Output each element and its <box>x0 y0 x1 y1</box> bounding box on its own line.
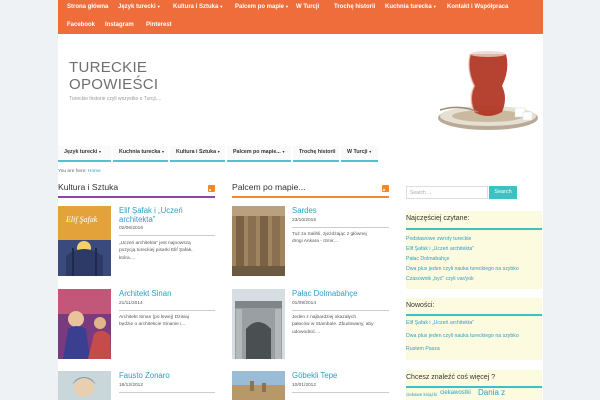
post-title-link[interactable]: Architekt Sinan <box>119 289 171 298</box>
site-tagline: Tureckie historie czyli wszystko o Turcj… <box>69 96 162 102</box>
column-title-kultura[interactable]: Kultura i Sztuka <box>58 182 118 192</box>
post-date: 21/11/2014 <box>119 301 143 306</box>
post-divider <box>292 310 389 311</box>
post-divider <box>119 235 215 236</box>
sidebar-link[interactable]: Podstawowe zwroty tureckie <box>406 236 471 242</box>
chevron-down-icon: ▼ <box>219 4 224 9</box>
widget-rule <box>406 386 542 388</box>
breadcrumb-home-link[interactable]: Home <box>88 169 101 174</box>
post-excerpt: „Uczeń architekta” jest najnowszą pozycj… <box>119 241 193 261</box>
nav-item-historia[interactable]: Trochę historii <box>334 4 375 10</box>
widget-rule <box>406 228 542 230</box>
post-excerpt: Architekt Sinan (po lewej) Dzisiaj będzi… <box>119 315 189 328</box>
post-divider <box>119 310 215 311</box>
column-rule <box>232 196 389 198</box>
rss-icon[interactable] <box>382 185 389 192</box>
sidebar-link[interactable]: Dwa plus jeden czyli nauka tureckiego na… <box>406 333 519 339</box>
nav-item-kontakt[interactable]: Kontakt i Współpraca <box>447 4 508 10</box>
nav-item-facebook[interactable]: Facebook <box>67 22 95 28</box>
chevron-down-icon: ▼ <box>156 4 161 9</box>
post-divider <box>292 227 389 228</box>
search-input[interactable]: Search ... <box>406 186 488 199</box>
tags-widget: Chcesz znaleźć coś więcej ? ciekawe ksią… <box>406 370 542 400</box>
post-excerpt: Jeden z najbardziej okazałych pałaców w … <box>292 315 374 335</box>
main-navigation: Strona główna Język turecki▼ Kultura i S… <box>58 0 543 34</box>
sidebar-link[interactable]: Pałac Dolmabahçe <box>406 256 450 262</box>
chevron-down-icon: ▼ <box>432 4 437 9</box>
nav-item-kuchnia[interactable]: Kuchnia turecka▼ <box>385 4 437 10</box>
landscape-photo-icon <box>232 371 285 400</box>
site-title[interactable]: TURECKIE OPOWIEŚCI <box>69 59 199 93</box>
nav-item-jezyk-turecki[interactable]: Język turecki▼ <box>118 4 161 10</box>
tab-historia[interactable]: Trochę historii <box>293 146 339 162</box>
breadcrumb: You are here: Home <box>58 169 101 174</box>
post-title-link[interactable]: Fausto Zonaro <box>119 371 170 380</box>
post-title-link[interactable]: Göbekli Tepe <box>292 371 337 380</box>
tab-kuchnia[interactable]: Kuchnia turecka▼ <box>113 146 168 162</box>
widget-title: Nowości: <box>406 302 435 309</box>
chevron-down-icon: ▼ <box>368 150 372 154</box>
chevron-down-icon: ▼ <box>98 150 102 154</box>
post-title-link[interactable]: Elif Şafak i „Uczeń architekta” <box>119 206 183 224</box>
tag-link[interactable]: ciekawostki <box>440 390 471 396</box>
column-title-palcem[interactable]: Palcem po mapie... <box>232 182 306 192</box>
portrait-painting-icon <box>58 371 111 400</box>
nav-item-instagram[interactable]: Instagram <box>105 22 134 28</box>
tag-link[interactable]: Dania z <box>478 388 505 397</box>
sidebar-link[interactable]: Elif Şafak i „Uczeń architekta” <box>406 246 474 252</box>
post-thumbnail-dolmabahce[interactable] <box>232 289 285 359</box>
post-date: 18/12/2012 <box>119 383 144 388</box>
nav-item-kultura[interactable]: Kultura i Sztuka▼ <box>173 4 223 10</box>
tab-jezyk-turecki[interactable]: Język turecki▼ <box>58 146 111 162</box>
post-title-link[interactable]: Sardes <box>292 206 317 215</box>
widget-title: Chcesz znaleźć coś więcej ? <box>406 374 496 381</box>
post-date: 23/10/2015 <box>292 218 317 223</box>
post-thumbnail-sardes[interactable] <box>232 206 285 276</box>
rss-icon[interactable] <box>208 185 215 192</box>
ruins-photo-icon <box>232 206 285 276</box>
nav-item-home[interactable]: Strona główna <box>67 4 108 10</box>
post-thumbnail-gobekli-tepe[interactable] <box>232 371 285 400</box>
popular-posts-widget: Najczęściej czytane: Podstawowe zwroty t… <box>406 211 542 289</box>
nav-item-w-turcji[interactable]: W Turcji <box>296 4 319 10</box>
page-wrapper: Strona główna Język turecki▼ Kultura i S… <box>58 0 543 400</box>
search-button[interactable]: Search <box>489 186 517 199</box>
post-thumbnail-zonaro[interactable] <box>58 371 111 400</box>
site-title-line2: OPOWIEŚCI <box>69 76 159 93</box>
post-date: 02/06/2016 <box>119 226 144 231</box>
widget-rule <box>406 314 542 316</box>
column-rule <box>58 196 215 198</box>
widget-title: Najczęściej czytane: <box>406 215 470 222</box>
news-widget: Nowości: Elif Şafak i „Uczeń architekta”… <box>406 298 542 360</box>
post-date: 01/09/2014 <box>292 301 317 306</box>
painting-icon <box>58 289 111 359</box>
palace-gate-photo-icon <box>232 289 285 359</box>
chevron-down-icon: ▼ <box>161 150 165 154</box>
sidebar-link[interactable]: Rustem Pasza <box>406 346 440 352</box>
tab-kultura[interactable]: Kultura i Sztuka▼ <box>170 146 225 162</box>
post-divider <box>119 392 215 393</box>
nav-item-pinterest[interactable]: Pinterest <box>146 22 172 28</box>
post-excerpt: Tuż za Salihli, zjeżdżając z głównej dro… <box>292 232 367 245</box>
chevron-down-icon: ▼ <box>285 4 289 9</box>
chevron-down-icon: ▼ <box>217 150 221 154</box>
post-date: 10/01/2012 <box>292 383 317 388</box>
sidebar-link[interactable]: Dwa plus jeden czyli nauka tureckiego na… <box>406 266 519 272</box>
post-divider <box>292 392 389 393</box>
book-cover-icon: Elif Şafak <box>58 206 111 276</box>
sidebar-link[interactable]: Elif Şafak i „Uczeń architekta” <box>406 320 474 326</box>
tag-link[interactable]: ciekawe książki <box>406 392 437 397</box>
chevron-down-icon: ▼ <box>281 150 286 154</box>
category-menu: Język turecki▼ Kuchnia turecka▼ Kultura … <box>58 146 543 162</box>
post-thumbnail-architekt[interactable] <box>58 289 111 359</box>
post-title-link[interactable]: Pałac Dolmabahçe <box>292 289 357 298</box>
sidebar-link[interactable]: Czasownik „być” czyli var/yok <box>406 276 474 282</box>
site-title-line1: TURECKIE <box>69 59 148 76</box>
tab-palcem[interactable]: Palcem po mapie...▼ <box>227 146 291 162</box>
tab-w-turcji[interactable]: W Turcji▼ <box>341 146 378 162</box>
turkish-tea-glass-icon <box>438 51 538 130</box>
svg-text:Elif Şafak: Elif Şafak <box>65 215 98 224</box>
nav-item-palcem[interactable]: Palcem po mapie▼ <box>235 4 289 10</box>
post-thumbnail-book-cover[interactable]: Elif Şafak <box>58 206 111 276</box>
